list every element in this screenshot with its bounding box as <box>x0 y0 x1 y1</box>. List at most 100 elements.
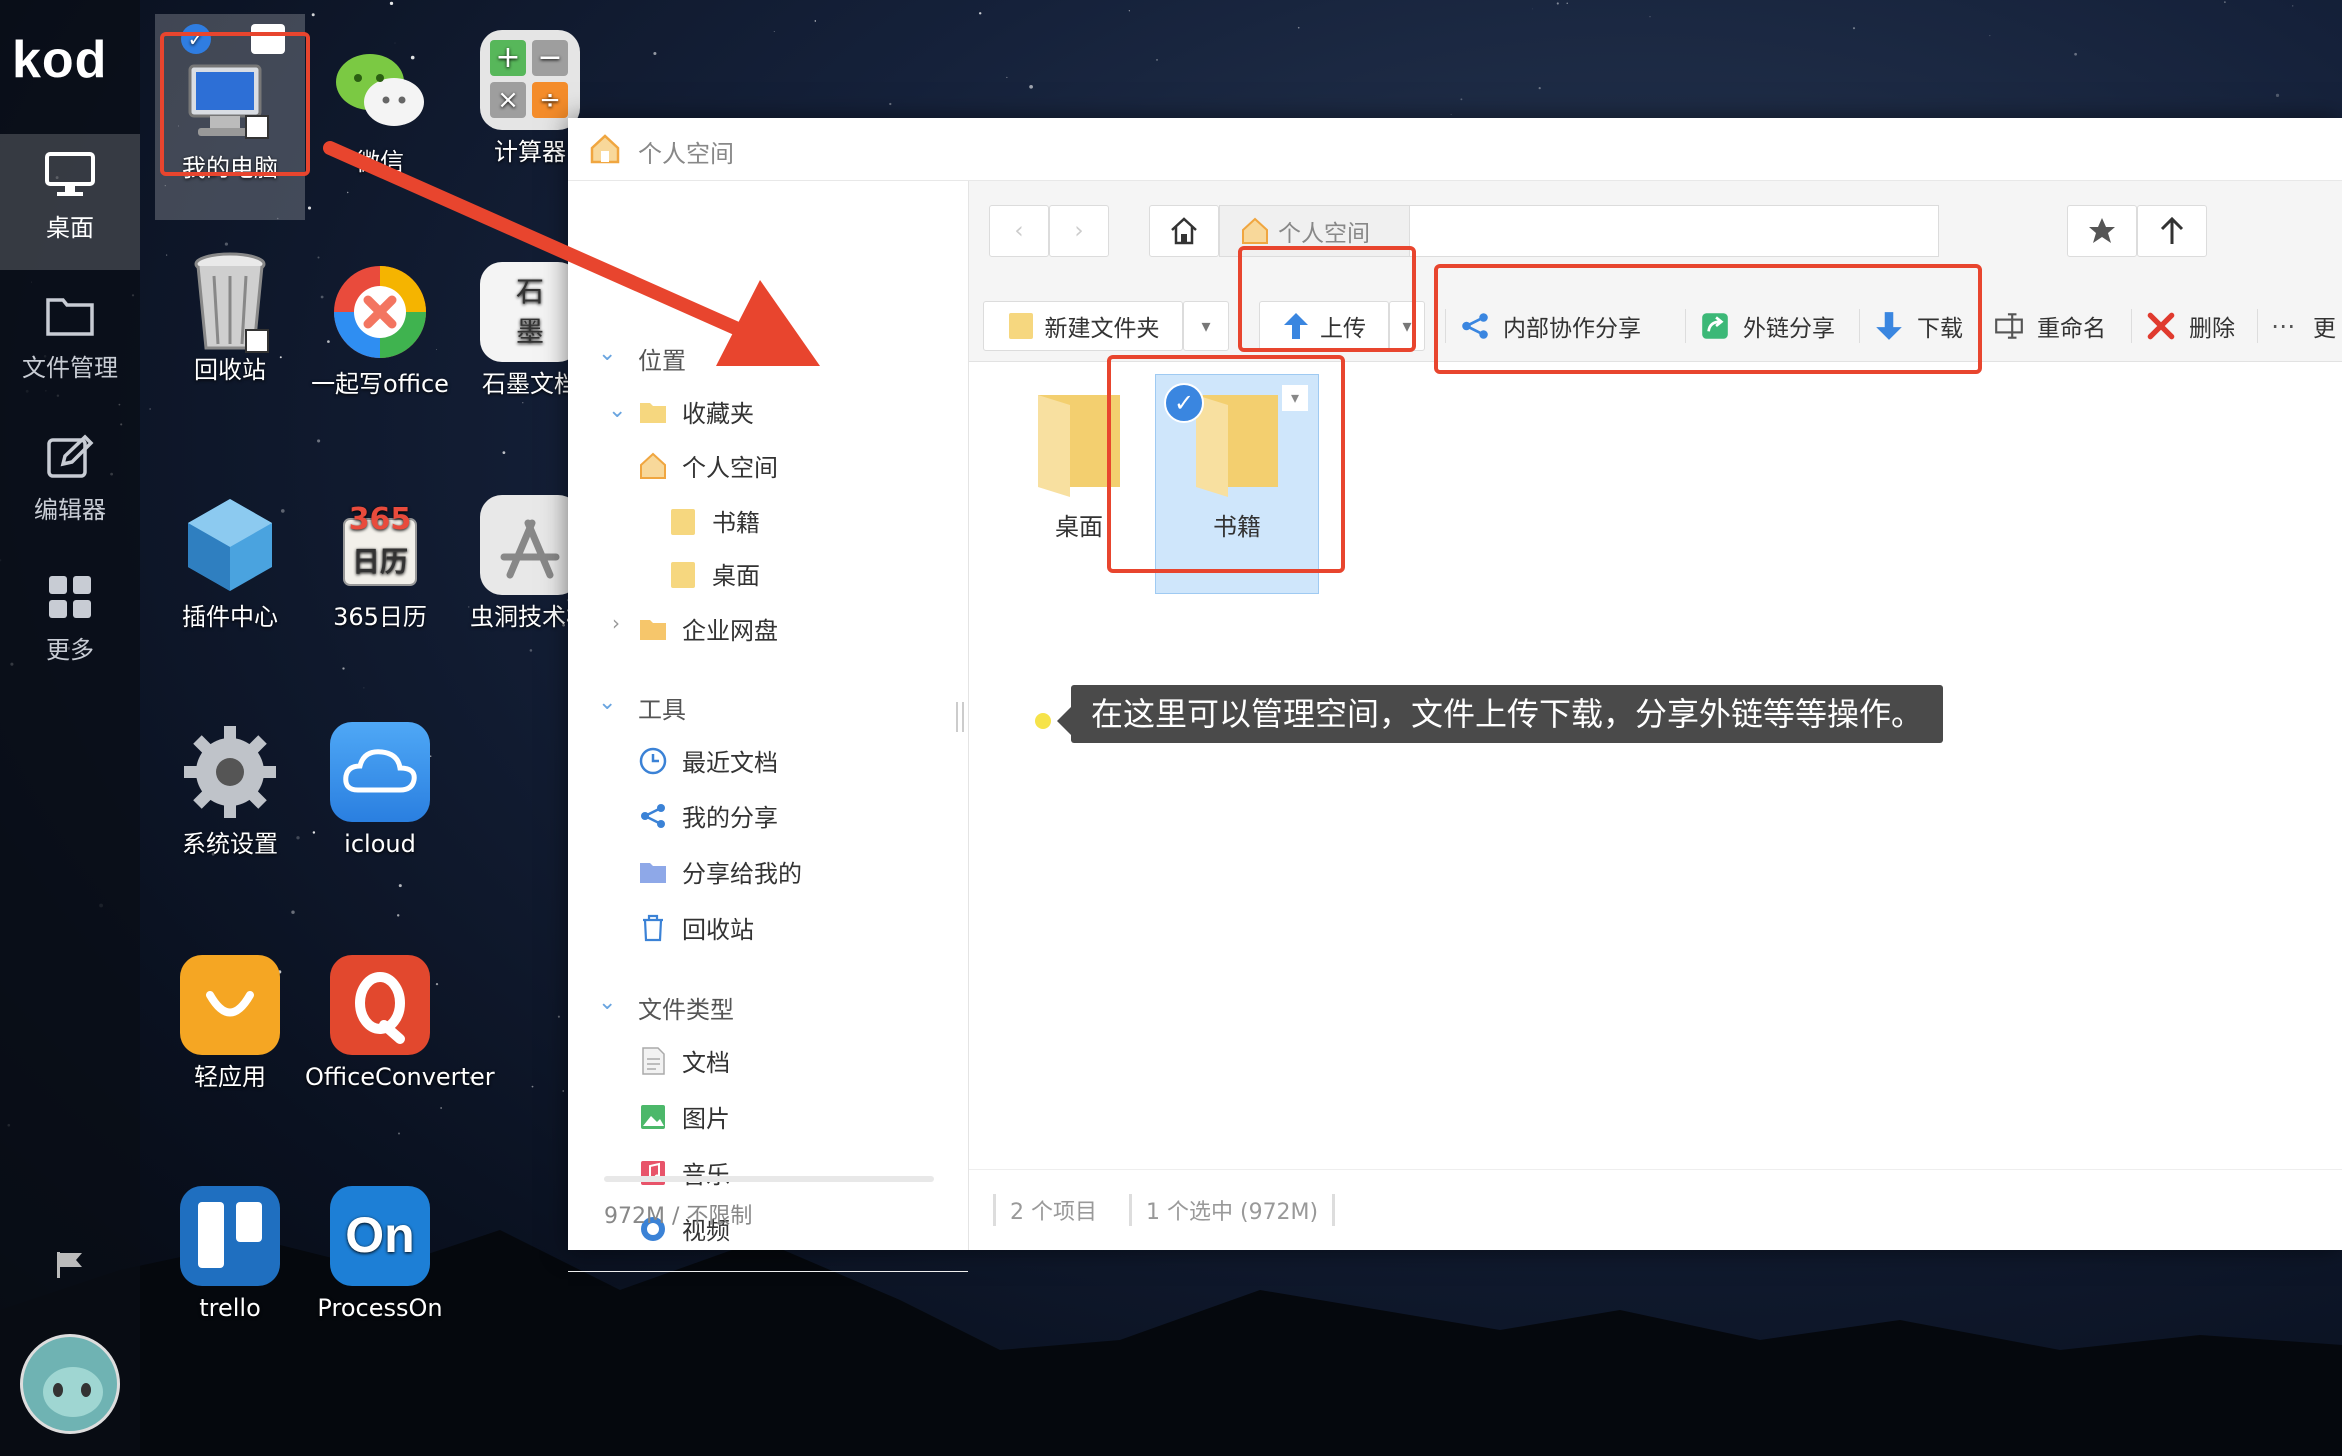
star <box>342 667 345 670</box>
guide-tooltip: 在这里可以管理空间，文件上传下载，分享外链等等操作。 <box>1071 685 1944 743</box>
desktop-label-settings: 系统设置 <box>182 830 278 858</box>
star <box>1649 16 1651 18</box>
sidebar-item-favorites[interactable]: 收藏夹 <box>638 394 754 429</box>
section-file-types[interactable]: 文件类型 <box>638 990 734 1025</box>
favorite-button[interactable] <box>2067 205 2137 257</box>
quota-text: 972M / 不限制 <box>604 1204 753 1229</box>
star <box>1460 98 1463 101</box>
star <box>557 1015 560 1018</box>
star <box>889 102 892 106</box>
sidebar-item-desktop[interactable]: 桌面 <box>668 556 760 591</box>
desktop-label-icloud: icloud <box>344 830 416 858</box>
flag-icon[interactable] <box>54 1250 86 1280</box>
group-folder-icon <box>640 619 666 640</box>
dock-item-more[interactable]: 更多 <box>0 556 140 692</box>
desktop-icon-trello[interactable]: trello <box>155 1186 305 1328</box>
resize-handle[interactable] <box>956 702 964 732</box>
sidebar-label-images: 图片 <box>682 1105 730 1133</box>
trash-icon <box>643 914 663 941</box>
folder-icon <box>46 298 94 336</box>
desktop-label-light-app: 轻应用 <box>194 1063 266 1091</box>
chevron-right-icon[interactable]: › <box>612 611 620 635</box>
sidebar-item-music[interactable]: 音乐 <box>638 1155 730 1190</box>
star <box>1852 27 1856 30</box>
music-icon <box>641 1160 665 1185</box>
star <box>502 451 506 454</box>
sidebar-item-recent[interactable]: 最近文档 <box>638 743 778 778</box>
desktop-icon-office-converter[interactable]: OfficeConverter <box>305 955 495 1097</box>
star <box>1556 2 1559 5</box>
bag-icon <box>180 955 280 1055</box>
sidebar-item-my-share[interactable]: 我的分享 <box>638 798 778 833</box>
more-button[interactable]: ⋯ 更 <box>2271 301 2336 351</box>
sidebar-item-personal-space[interactable]: 个人空间 <box>638 448 778 483</box>
sidebar-label-music: 音乐 <box>682 1161 730 1189</box>
chevron-down-icon[interactable]: ⌄ <box>598 690 616 715</box>
star <box>2074 52 2077 56</box>
star <box>1989 35 1991 37</box>
selection-info: 1 个选中 (972M) <box>1129 1194 1336 1226</box>
star <box>529 649 533 652</box>
delete-button[interactable]: 删除 <box>2145 301 2235 351</box>
desktop-label-office-converter: OfficeConverter <box>305 1063 495 1091</box>
desktop-label-trello: trello <box>199 1294 261 1322</box>
back-button[interactable]: ‹ <box>989 205 1049 257</box>
new-dropdown-button[interactable]: ▾ <box>1183 301 1229 351</box>
left-dock: kod 桌面 文件管理 编辑器 更多 <box>0 0 140 1456</box>
star <box>307 206 312 210</box>
desktop-icon-light-app[interactable]: 轻应用 <box>155 955 305 1097</box>
star <box>653 51 657 56</box>
avatar[interactable] <box>20 1334 120 1434</box>
star <box>398 884 402 888</box>
sidebar-item-documents[interactable]: 文档 <box>638 1043 730 1078</box>
home-icon <box>1171 217 1197 245</box>
kod-logo: kod <box>12 31 108 89</box>
chevron-down-icon[interactable]: ⌄ <box>598 990 616 1015</box>
desktop-icon <box>45 152 95 196</box>
folder-icon <box>671 561 695 588</box>
section-tools[interactable]: 工具 <box>638 690 686 725</box>
star <box>291 910 295 914</box>
sidebar-item-images[interactable]: 图片 <box>638 1099 730 1134</box>
desktop-icon-plugins[interactable]: 插件中心 <box>155 495 305 637</box>
new-folder-button[interactable]: 新建文件夹 <box>983 301 1183 351</box>
star <box>1128 10 1130 12</box>
dock-item-file-manager[interactable]: 文件管理 <box>0 276 140 412</box>
calendar-icon: 日历 365 <box>330 495 430 595</box>
star <box>224 242 228 246</box>
home-button[interactable] <box>1149 205 1219 257</box>
star <box>1538 87 1541 90</box>
highlight-box-upload <box>1238 246 1416 352</box>
sidebar-item-recycle[interactable]: 回收站 <box>638 910 754 945</box>
svg-text:365: 365 <box>349 502 412 537</box>
parent-folder-button[interactable] <box>2137 205 2207 257</box>
desktop-icon-settings[interactable]: 系统设置 <box>155 722 305 864</box>
star <box>1006 76 1008 78</box>
delete-label: 删除 <box>2189 316 2235 342</box>
star <box>531 1085 534 1088</box>
desktop-icon-processon[interactable]: On ProcessOn <box>305 1186 455 1328</box>
dock-label-editor: 编辑器 <box>34 496 106 524</box>
star <box>311 13 315 17</box>
star <box>562 1090 564 1092</box>
desktop-icon-recycle-bin[interactable]: 回收站 <box>155 248 305 390</box>
sidebar-item-enterprise[interactable]: 企业网盘 <box>638 611 778 646</box>
cloud-icon <box>330 722 430 822</box>
dock-item-editor[interactable]: 编辑器 <box>0 416 140 552</box>
star-icon <box>2089 218 2115 243</box>
forward-button[interactable]: › <box>1049 205 1109 257</box>
star <box>389 1 394 6</box>
processon-icon: On <box>330 1186 430 1286</box>
delete-x-icon <box>2147 312 2175 340</box>
desktop-icon-icloud[interactable]: icloud <box>305 722 455 864</box>
item-count: 2 个项目 <box>993 1194 1111 1226</box>
arrow-up-icon <box>2160 216 2184 244</box>
sidebar-item-shared-to-me[interactable]: 分享给我的 <box>638 854 802 889</box>
sidebar-item-books[interactable]: 书籍 <box>668 503 760 538</box>
dock-item-desktop[interactable]: 桌面 <box>0 134 140 270</box>
rename-button[interactable]: 重命名 <box>1993 301 2106 351</box>
sidebar-label-enterprise: 企业网盘 <box>682 617 778 645</box>
desktop-icon-calendar[interactable]: 日历 365 365日历 <box>305 495 455 637</box>
chevron-down-icon[interactable]: ⌄ <box>608 398 626 423</box>
star <box>1566 2 1568 4</box>
